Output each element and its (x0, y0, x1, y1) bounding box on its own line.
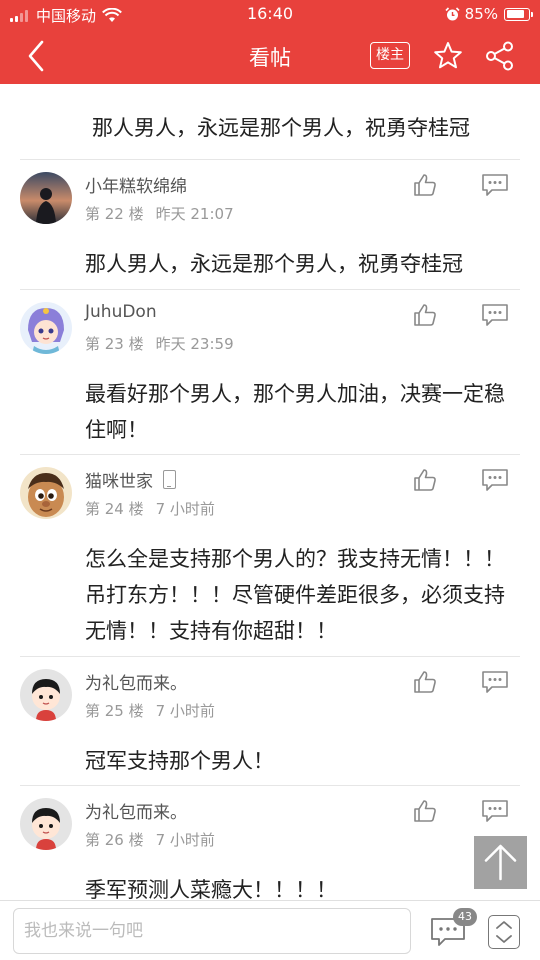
comment-icon (482, 800, 508, 822)
share-button[interactable] (484, 40, 516, 72)
username[interactable]: JuhuDon (85, 302, 157, 322)
status-bar: 中国移动 16:40 85% (0, 0, 540, 28)
like-button[interactable] (412, 467, 438, 493)
like-button[interactable] (412, 302, 438, 328)
floor-number: 第 25 楼 (85, 702, 144, 720)
reply-item: 猫咪世家 第 24 楼 7 小时前 怎么全是支持那个男人的？我支持无情！！！吊打东… (20, 454, 520, 656)
floor-number: 第 24 楼 (85, 500, 144, 518)
thumbs-up-icon (414, 304, 436, 326)
reply-text: 冠军支持那个男人！ (85, 749, 274, 773)
page-jump-button[interactable] (488, 915, 520, 949)
avatar[interactable] (20, 302, 72, 354)
reply-text: 最看好那个男人，那个男人加油，决赛一定稳住啊！ (85, 382, 505, 442)
like-button[interactable] (412, 798, 438, 824)
louzhu-filter-button[interactable]: 楼主 (370, 42, 410, 69)
reply-text: 那人男人，永远是那个男人，祝勇夺桂冠 (85, 252, 463, 276)
previous-reply-text: 那人男人，永远是那个男人，祝勇夺桂冠 (92, 116, 470, 140)
chevron-up-down-icon (496, 921, 512, 943)
thumbs-up-icon (414, 469, 436, 491)
comment-icon (482, 469, 508, 491)
comment-icon (482, 671, 508, 693)
scroll-to-top-button[interactable] (474, 836, 527, 889)
reply-time: 7 小时前 (155, 702, 215, 720)
avatar[interactable] (20, 467, 72, 519)
reply-meta: 第 25 楼 7 小时前 (85, 700, 215, 721)
floor-number: 第 22 楼 (85, 205, 144, 223)
comment-button[interactable] (480, 302, 510, 328)
username[interactable]: 为礼包而来。 (85, 798, 187, 823)
reply-time: 7 小时前 (155, 500, 215, 518)
star-icon (434, 42, 462, 69)
comment-button[interactable] (480, 669, 510, 695)
thread-content[interactable]: 那人男人，永远是那个男人，祝勇夺桂冠 小年糕软绵绵 第 22 楼昨天 21:07… (0, 84, 540, 900)
mobile-device-icon (163, 470, 176, 489)
arrow-up-icon (484, 844, 517, 881)
like-button[interactable] (412, 669, 438, 695)
reply-item: 小年糕软绵绵 第 22 楼昨天 21:07 那人男人，永远是那个男人，祝勇夺桂冠 (20, 159, 520, 289)
thumbs-up-icon (414, 174, 436, 196)
username[interactable]: 猫咪世家 (85, 467, 176, 492)
alarm-icon (445, 6, 460, 20)
back-button[interactable] (20, 38, 60, 74)
comment-button[interactable] (480, 172, 510, 198)
thumbs-up-icon (414, 671, 436, 693)
like-button[interactable] (412, 172, 438, 198)
reply-time: 昨天 21:07 (155, 205, 234, 223)
avatar[interactable] (20, 798, 72, 850)
comment-count-badge: 43 (453, 908, 477, 926)
floor-number: 第 23 楼 (85, 335, 144, 353)
reply-meta: 第 23 楼昨天 23:59 (85, 333, 234, 354)
reply-text: 季军预测人菜瘾大！！！！ (85, 878, 337, 900)
comment-button[interactable] (480, 798, 510, 824)
back-icon (28, 40, 44, 72)
reply-item: 为礼包而来。 第 26 楼 7 小时前 季军预测人菜瘾大！！！！ (20, 785, 520, 900)
reply-item: 为礼包而来。 第 25 楼 7 小时前 冠军支持那个男人！ (20, 656, 520, 785)
reply-time: 昨天 23:59 (155, 335, 234, 353)
status-right: 85% (445, 5, 533, 23)
avatar[interactable] (20, 172, 72, 224)
battery-fill (506, 10, 525, 18)
reply-item: JuhuDon 第 23 楼昨天 23:59 最看好那个男人，那个男人加油，决赛… (20, 289, 520, 454)
comment-button[interactable] (480, 467, 510, 493)
battery-percent: 85% (464, 5, 498, 23)
reply-meta: 第 22 楼昨天 21:07 (85, 203, 234, 224)
battery-icon (504, 7, 533, 21)
thumbs-up-icon (414, 800, 436, 822)
username[interactable]: 为礼包而来。 (85, 669, 187, 694)
comment-icon (482, 174, 508, 196)
reply-input[interactable] (13, 908, 411, 954)
reply-meta: 第 24 楼 7 小时前 (85, 498, 215, 519)
reply-time: 7 小时前 (155, 831, 215, 849)
reply-meta: 第 26 楼 7 小时前 (85, 829, 215, 850)
favorite-button[interactable] (432, 40, 464, 72)
floor-number: 第 26 楼 (85, 831, 144, 849)
avatar[interactable] (20, 669, 72, 721)
nav-bar: 看帖 楼主 (0, 28, 540, 84)
share-icon (486, 41, 513, 71)
reply-text: 怎么全是支持那个男人的？我支持无情！！！吊打东方！！！尽管硬件差距很多，必须支持… (85, 547, 505, 643)
username[interactable]: 小年糕软绵绵 (85, 172, 187, 197)
comment-icon (482, 304, 508, 326)
username-text: 猫咪世家 (85, 472, 153, 492)
